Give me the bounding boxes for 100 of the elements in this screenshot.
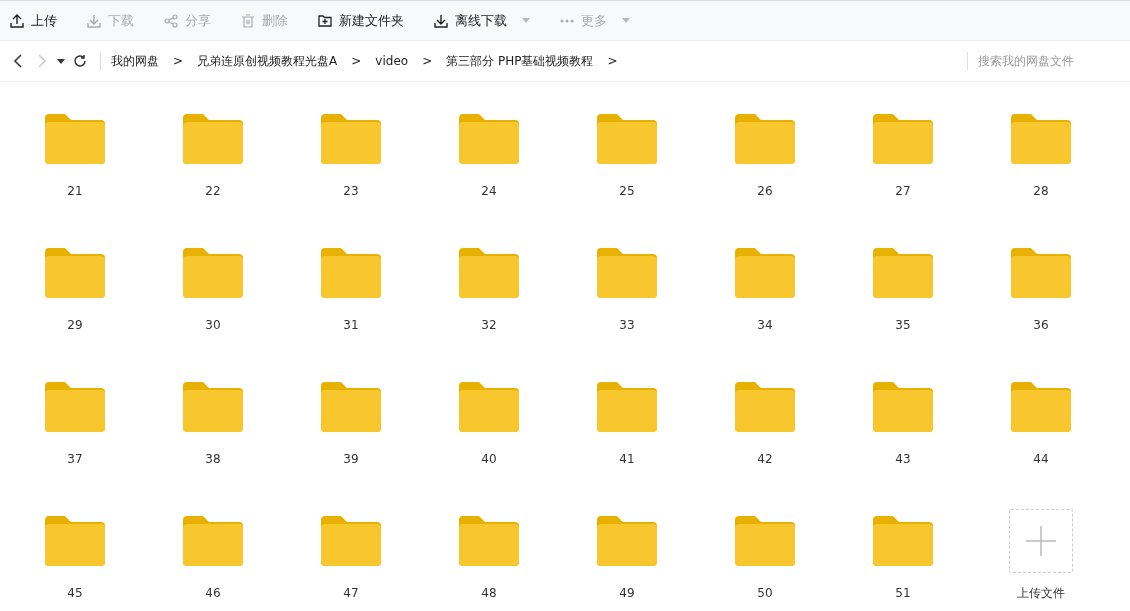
folder-icon — [1011, 114, 1071, 164]
breadcrumb-link[interactable]: video — [375, 54, 409, 68]
item-name: 39 — [343, 452, 359, 466]
item-name: 26 — [757, 184, 773, 198]
download-icon — [434, 13, 448, 28]
folder-item[interactable]: 36 — [972, 244, 1110, 358]
item-name: 34 — [757, 318, 773, 332]
item-name: 45 — [67, 586, 83, 600]
folder-icon — [735, 516, 795, 566]
folder-icon — [183, 516, 243, 566]
trash-icon — [241, 13, 255, 28]
folder-item[interactable]: 34 — [696, 244, 834, 358]
download-icon — [87, 13, 101, 28]
folder-item[interactable]: 40 — [420, 378, 558, 492]
folder-icon — [321, 382, 381, 432]
item-name: 上传文件 — [1017, 585, 1065, 602]
folder-item[interactable]: 23 — [282, 110, 420, 224]
folder-icon — [45, 516, 105, 566]
item-name: 23 — [343, 184, 359, 198]
folder-item[interactable]: 22 — [144, 110, 282, 224]
folder-icon — [735, 248, 795, 298]
folder-icon — [459, 114, 519, 164]
folder-item[interactable]: 50 — [696, 512, 834, 611]
caret-icon — [57, 58, 65, 64]
folder-item[interactable]: 51 — [834, 512, 972, 611]
folder-item[interactable]: 43 — [834, 378, 972, 492]
item-name: 48 — [481, 586, 497, 600]
folder-icon — [45, 248, 105, 298]
folder-icon — [735, 382, 795, 432]
folder-icon — [873, 248, 933, 298]
folder-icon — [183, 114, 243, 164]
breadcrumb-separator: > — [422, 54, 433, 68]
folder-icon — [321, 114, 381, 164]
toolbar-button[interactable]: 离线下载 — [434, 11, 530, 30]
folder-item[interactable]: 48 — [420, 512, 558, 611]
folder-icon — [45, 382, 105, 432]
item-name: 35 — [895, 318, 911, 332]
breadcrumb-separator: > — [351, 54, 362, 68]
folder-item[interactable]: 24 — [420, 110, 558, 224]
breadcrumb-link[interactable]: 兄弟连原创视频教程光盘A — [197, 52, 338, 70]
item-name: 49 — [619, 586, 635, 600]
folder-icon — [873, 382, 933, 432]
folder-icon — [45, 114, 105, 164]
folder-item[interactable]: 49 — [558, 512, 696, 611]
folder-icon — [1011, 382, 1071, 432]
folder-item[interactable]: 44 — [972, 378, 1110, 492]
folder-item[interactable]: 30 — [144, 244, 282, 358]
folder-item[interactable]: 38 — [144, 378, 282, 492]
folder-item[interactable]: 21 — [6, 110, 144, 224]
folder-item[interactable]: 35 — [834, 244, 972, 358]
folder-item[interactable]: 29 — [6, 244, 144, 358]
folder-item[interactable]: 27 — [834, 110, 972, 224]
item-name: 46 — [205, 586, 221, 600]
folder-icon — [459, 516, 519, 566]
folder-item[interactable]: 46 — [144, 512, 282, 611]
forward-icon — [37, 54, 47, 68]
item-name: 44 — [1033, 452, 1049, 466]
folder-icon — [183, 382, 243, 432]
folder-item[interactable]: 33 — [558, 244, 696, 358]
toolbar-button[interactable]: 新建文件夹 — [318, 11, 404, 30]
share-icon — [164, 13, 178, 28]
item-name: 25 — [619, 184, 635, 198]
item-name: 21 — [67, 184, 83, 198]
folder-item[interactable]: 28 — [972, 110, 1110, 224]
item-name: 41 — [619, 452, 635, 466]
folder-item[interactable]: 26 — [696, 110, 834, 224]
folder-item[interactable]: 32 — [420, 244, 558, 358]
folder-item[interactable]: 41 — [558, 378, 696, 492]
refresh-icon — [73, 54, 87, 68]
folder-item[interactable]: 45 — [6, 512, 144, 611]
breadcrumb-link[interactable]: 我的网盘 — [111, 52, 159, 70]
folder-item[interactable]: 37 — [6, 378, 144, 492]
folder-item[interactable]: 31 — [282, 244, 420, 358]
folder-item[interactable]: 42 — [696, 378, 834, 492]
item-name: 33 — [619, 318, 635, 332]
breadcrumb-link[interactable]: 第三部分 PHP基础视频教程 — [446, 52, 594, 70]
folder-icon — [597, 516, 657, 566]
folder-icon — [597, 382, 657, 432]
folder-item[interactable]: 47 — [282, 512, 420, 611]
item-name: 36 — [1033, 318, 1049, 332]
item-name: 50 — [757, 586, 773, 600]
folder-icon — [321, 248, 381, 298]
folder-icon — [459, 382, 519, 432]
item-name: 30 — [205, 318, 221, 332]
item-name: 42 — [757, 452, 773, 466]
item-name: 43 — [895, 452, 911, 466]
item-name: 31 — [343, 318, 359, 332]
item-name: 22 — [205, 184, 221, 198]
item-name: 37 — [67, 452, 83, 466]
toolbar-button[interactable]: 上传 — [10, 11, 57, 30]
folder-item[interactable]: 39 — [282, 378, 420, 492]
folder-item[interactable]: 25 — [558, 110, 696, 224]
folder-icon — [597, 248, 657, 298]
item-name: 47 — [343, 586, 359, 600]
item-name: 29 — [67, 318, 83, 332]
item-name: 24 — [481, 184, 497, 198]
folder-icon — [321, 516, 381, 566]
folder-icon — [183, 248, 243, 298]
back-icon — [13, 54, 23, 68]
upload-file-tile[interactable]: 上传文件 — [972, 512, 1110, 611]
